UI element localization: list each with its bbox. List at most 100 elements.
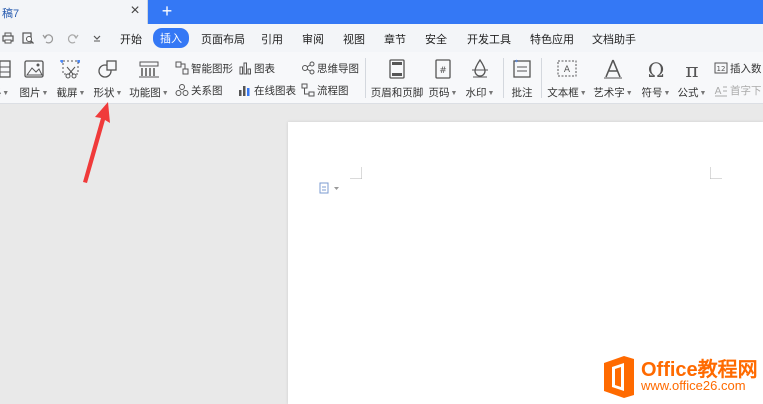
mind-map-icon: [302, 61, 315, 75]
online-chart-icon: [239, 86, 250, 96]
watermark-label: 水印: [465, 87, 487, 99]
svg-text:π: π: [685, 58, 698, 80]
ribbon-separator: [541, 58, 542, 98]
picture-button[interactable]: 图片▼: [17, 58, 51, 100]
shapes-icon: [98, 60, 117, 78]
mind-map-label: 思维导图: [317, 62, 359, 75]
tab-security[interactable]: 安全: [425, 31, 447, 47]
watermark-button[interactable]: 水印▼: [463, 58, 497, 100]
header-footer-label: 页眉和页脚: [370, 87, 424, 99]
symbol-button[interactable]: Ω 符号▼: [640, 58, 672, 100]
chart-icon: [239, 62, 251, 75]
tab-view[interactable]: 视图: [343, 31, 365, 47]
table-icon: [0, 60, 11, 78]
page-number-icon: #: [435, 59, 451, 79]
svg-text:*: *: [515, 59, 518, 66]
tab-review[interactable]: 审阅: [302, 31, 324, 47]
word-art-icon: [604, 59, 622, 79]
print-icon[interactable]: [2, 32, 14, 44]
svg-text:Ω: Ω: [648, 58, 665, 80]
tab-page-layout[interactable]: 页面布局: [201, 31, 245, 47]
text-box-button[interactable]: A 文本框▼: [546, 58, 588, 100]
function-chart-button[interactable]: 功能图▼: [128, 58, 170, 100]
print-preview-icon[interactable]: [22, 32, 34, 44]
office-logo-icon: [604, 356, 634, 398]
function-chart-icon: [139, 61, 159, 78]
text-box-label: 文本框: [547, 87, 579, 99]
logo-url: www.office26.com: [641, 378, 746, 393]
margin-corner-top-left: [350, 167, 362, 179]
drop-cap-button[interactable]: A 首字下: [714, 82, 762, 98]
document-tab-label: 稿7: [2, 8, 20, 20]
comment-icon: *: [513, 59, 531, 78]
comment-label: 批注: [511, 87, 533, 99]
flowchart-label: 流程图: [317, 84, 349, 97]
chart-label: 图表: [254, 62, 275, 75]
drop-cap-icon: A: [715, 86, 727, 97]
tab-insert[interactable]: 插入: [153, 28, 189, 48]
title-bar: 稿7 × +: [0, 0, 763, 24]
picture-icon: [24, 60, 44, 78]
table-label: 格: [0, 87, 1, 99]
omega-icon: Ω: [648, 58, 665, 80]
svg-text:A: A: [564, 65, 571, 75]
svg-text:12: 12: [717, 65, 726, 73]
paste-options-icon[interactable]: [319, 182, 341, 194]
drop-cap-label: 首字下: [730, 84, 762, 97]
office26-logo: Office教程网 www.office26.com: [598, 352, 763, 404]
pi-icon: π: [685, 58, 698, 80]
svg-text:A: A: [715, 86, 722, 97]
header-footer-button[interactable]: 页眉和页脚: [370, 58, 424, 100]
ribbon-separator: [365, 58, 366, 98]
flowchart-icon: [301, 83, 315, 97]
insert-number-button[interactable]: 12 插入数: [714, 60, 762, 76]
header-footer-icon: [389, 59, 405, 79]
tab-references[interactable]: 引用: [261, 31, 283, 47]
smart-shape-icon: [175, 61, 189, 75]
table-button[interactable]: 格▼: [0, 58, 12, 100]
margin-corner-top-right: [710, 167, 722, 179]
formula-label: 公式: [677, 87, 699, 99]
tab-developer-tools[interactable]: 开发工具: [467, 31, 511, 47]
word-art-label: 艺术字: [593, 87, 625, 99]
tab-home[interactable]: 开始: [120, 31, 142, 47]
symbol-label: 符号: [641, 87, 663, 99]
function-chart-label: 功能图: [129, 87, 161, 99]
relation-chart-label: 关系图: [191, 84, 223, 97]
customize-chevron-icon[interactable]: [91, 32, 103, 44]
watermark-icon: [472, 58, 488, 78]
undo-icon[interactable]: [42, 32, 54, 44]
comment-button[interactable]: * 批注: [507, 58, 537, 100]
smart-shape-label: 智能图形: [191, 62, 233, 75]
page-number-label: 页码: [428, 87, 450, 99]
picture-label: 图片: [19, 87, 41, 99]
screenshot-icon: [60, 60, 80, 79]
insert-number-icon: 12: [714, 62, 728, 74]
screenshot-button[interactable]: 截屏▼: [54, 58, 88, 100]
formula-button[interactable]: π 公式▼: [676, 58, 708, 100]
menu-bar: 开始 插入 页面布局 引用 审阅 视图 章节 安全 开发工具 特色应用 文档助手: [0, 24, 763, 52]
insert-number-label: 插入数: [730, 62, 762, 75]
tab-document-assistant[interactable]: 文档助手: [592, 31, 636, 47]
tab-chapter[interactable]: 章节: [384, 31, 406, 47]
relation-chart-icon: [175, 84, 189, 96]
word-art-button[interactable]: 艺术字▼: [592, 58, 634, 100]
relation-chart-button[interactable]: 关系图: [175, 82, 223, 98]
online-chart-label: 在线图表: [254, 84, 296, 97]
smart-shape-button[interactable]: 智能图形: [175, 60, 233, 76]
svg-text:#: #: [439, 66, 447, 76]
shape-button[interactable]: 形状▼: [91, 58, 125, 100]
mind-map-button[interactable]: 思维导图: [301, 60, 359, 76]
annotation-arrow: [83, 102, 110, 183]
close-icon[interactable]: ×: [128, 3, 142, 19]
chart-button[interactable]: 图表: [238, 60, 275, 76]
new-tab-button[interactable]: +: [158, 1, 176, 21]
tab-special-apps[interactable]: 特色应用: [530, 31, 574, 47]
text-box-icon: A: [557, 60, 577, 77]
page-number-button[interactable]: # 页码▼: [427, 58, 459, 100]
online-chart-button[interactable]: 在线图表: [238, 82, 296, 98]
flowchart-button[interactable]: 流程图: [301, 82, 349, 98]
ribbon-separator: [503, 58, 504, 98]
redo-icon[interactable]: [67, 32, 79, 44]
document-tab[interactable]: 稿7 ×: [0, 0, 148, 24]
